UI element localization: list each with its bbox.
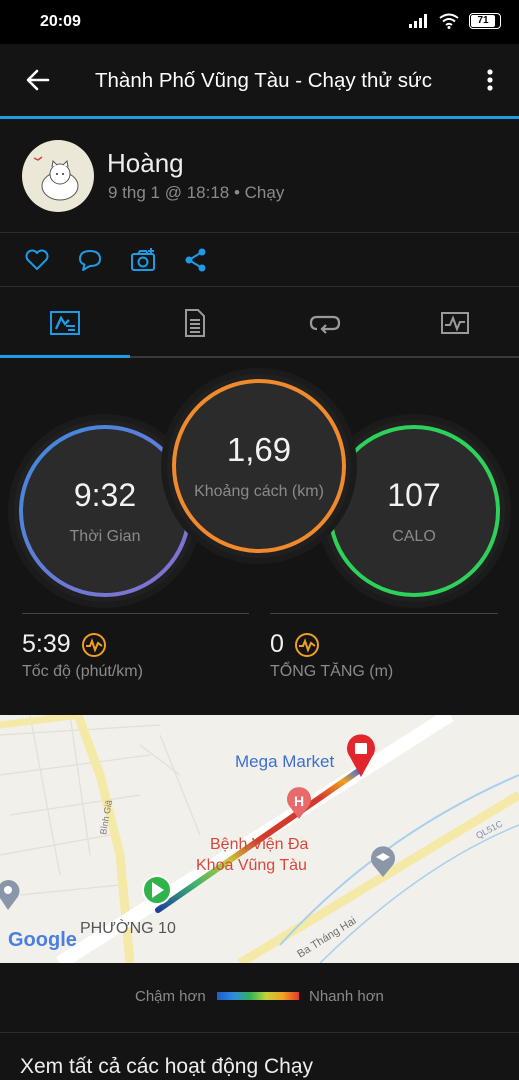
see-all-activities-link[interactable]: Xem tất cả các hoạt động Chạy [20, 1055, 313, 1079]
pace-label: Tốc độ (phút/km) [22, 663, 143, 680]
ascent-label: TỔNG TĂNG (m) [270, 663, 394, 680]
map-canvas: H Mega Market Bệnh Viện Đa Khoa Vũng Tàu… [0, 715, 519, 963]
laps-icon [309, 315, 341, 334]
ascent-stat: 0 [270, 630, 320, 659]
profile-card: Hoàng 9 thg 1 @ 18:18 • Chạy [0, 119, 519, 233]
heart-icon[interactable] [23, 246, 51, 274]
svg-text:H: H [294, 793, 304, 809]
battery-icon: 71 [469, 13, 501, 29]
distance-ring: 1,69 Khoảng cách (km) [167, 374, 351, 558]
avatar[interactable] [22, 140, 94, 212]
map-label-hospital-2: Khoa Vũng Tàu [196, 857, 307, 874]
summary-icon [50, 311, 80, 335]
map-label-ward: PHƯỜNG 10 [80, 918, 176, 937]
battery-level: 71 [477, 15, 489, 26]
legend-color-bar [217, 992, 299, 1000]
charts-icon [441, 312, 469, 334]
distance-label: Khoảng cách (km) [194, 483, 324, 500]
tab-charts[interactable] [390, 288, 519, 358]
pace-value: 5:39 [22, 630, 71, 658]
cat-avatar-icon [33, 156, 79, 201]
user-name[interactable]: Hoàng [107, 148, 184, 179]
tab-details[interactable] [130, 288, 260, 358]
distance-value: 1,69 [226, 431, 292, 468]
divider-pace [22, 613, 249, 614]
map-label-hospital-1: Bệnh Viện Đa [210, 836, 309, 853]
page-title: Thành Phố Vũng Tàu - Chạy thử sức [95, 69, 433, 92]
status-time: 20:09 [40, 13, 81, 30]
ascent-chart-icon[interactable] [294, 632, 320, 658]
active-tab-indicator [0, 355, 130, 358]
app-bar: Thành Phố Vũng Tàu - Chạy thử sức [0, 44, 519, 116]
tab-laps[interactable] [260, 288, 390, 358]
google-logo: Google [8, 929, 77, 951]
legend-slower: Chậm hơn [135, 988, 206, 1005]
status-bar: 20:09 71 [0, 0, 519, 44]
tab-bar [0, 288, 519, 358]
pace-chart-icon[interactable] [81, 632, 107, 658]
camera-icon[interactable] [129, 246, 157, 274]
more-vertical-icon[interactable] [480, 66, 500, 94]
activity-meta: 9 thg 1 @ 18:18 • Chạy [108, 183, 285, 202]
action-bar [0, 233, 519, 287]
back-arrow-icon[interactable] [24, 66, 52, 94]
time-label: Thời Gian [69, 527, 141, 545]
ascent-value: 0 [270, 630, 284, 658]
pace-legend: Chậm hơn Nhanh hơn [0, 963, 519, 1033]
pace-stat: 5:39 [22, 630, 107, 659]
details-icon [185, 309, 205, 337]
divider-ascent [270, 613, 498, 614]
legend-faster: Nhanh hơn [309, 988, 384, 1005]
stats-section: 9:32 Thời Gian 107 CALO 1,69 Khoảng cách… [0, 360, 519, 715]
share-icon[interactable] [182, 246, 210, 274]
comment-icon[interactable] [76, 246, 104, 274]
wifi-icon [439, 13, 459, 29]
route-map[interactable]: H Mega Market Bệnh Viện Đa Khoa Vũng Tàu… [0, 715, 519, 963]
map-label-mega-market: Mega Market [235, 752, 334, 771]
tab-summary[interactable] [0, 288, 130, 358]
status-icons: 71 [409, 13, 501, 29]
signal-icon [409, 14, 427, 28]
calories-label: CALO [392, 527, 436, 545]
time-value: 9:32 [73, 476, 137, 513]
calories-value: 107 [387, 476, 441, 513]
